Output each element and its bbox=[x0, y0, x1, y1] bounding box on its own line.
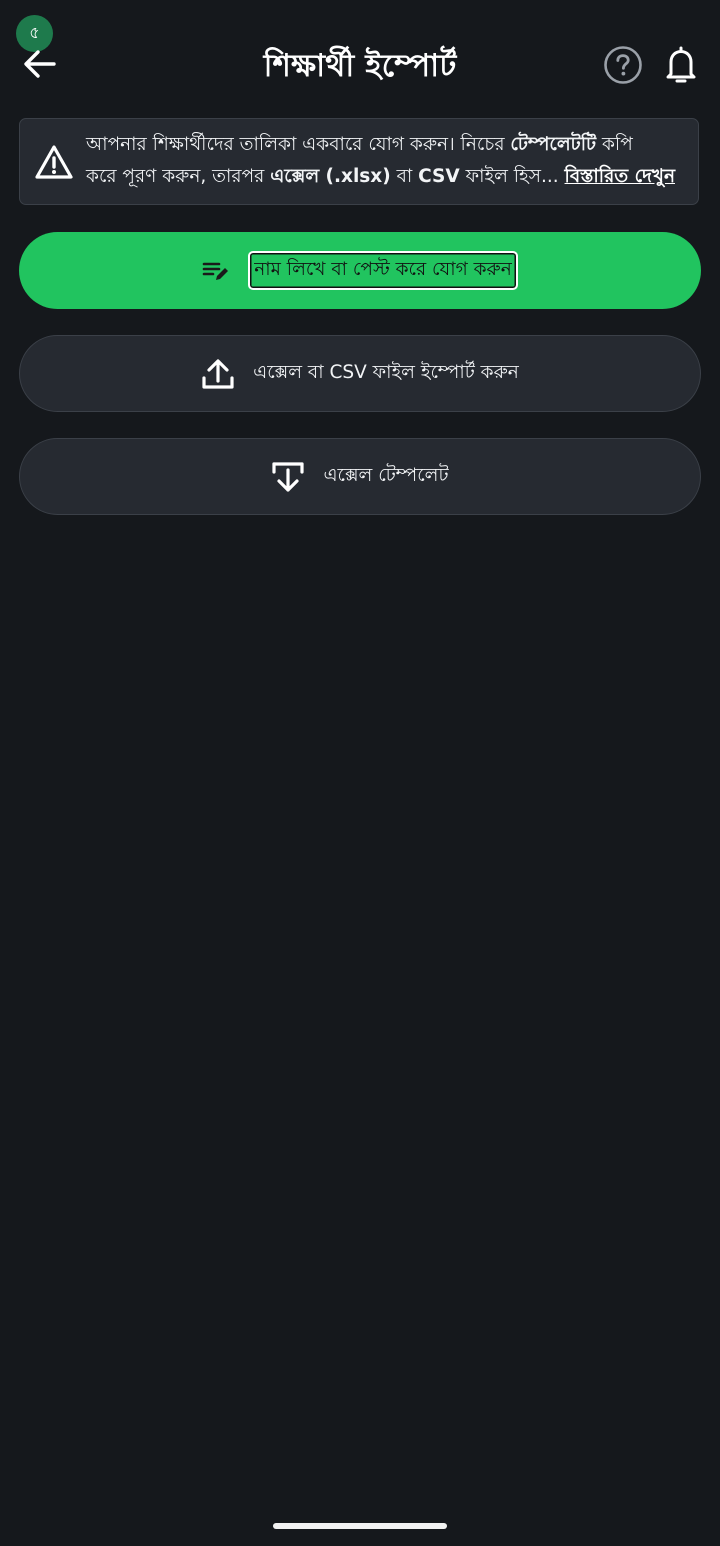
info-line-1: আপনার শিক্ষার্থীদের তালিকা একবারে যোগ কর… bbox=[86, 129, 684, 161]
status-badge-glyph: ৫ bbox=[29, 23, 40, 42]
info-text-bold: CSV bbox=[418, 166, 460, 187]
info-text-segment: কপি bbox=[596, 134, 633, 155]
notifications-button[interactable] bbox=[662, 44, 700, 86]
info-text-segment: বা bbox=[390, 166, 419, 187]
import-file-button[interactable]: এক্সেল বা CSV ফাইল ইম্পোর্ট করুন bbox=[19, 335, 701, 412]
question-circle-icon bbox=[604, 46, 642, 84]
info-banner: আপনার শিক্ষার্থীদের তালিকা একবারে যোগ কর… bbox=[19, 118, 699, 205]
import-file-label: এক্সেল বা CSV ফাইল ইম্পোর্ট করুন bbox=[253, 362, 519, 383]
download-icon bbox=[271, 460, 305, 494]
edit-list-icon bbox=[202, 260, 230, 282]
warning-triangle-icon bbox=[35, 145, 73, 179]
help-button[interactable] bbox=[603, 45, 643, 85]
download-template-button[interactable]: এক্সেল টেম্পলেট bbox=[19, 438, 701, 515]
info-text-segment: ফাইল হিস... bbox=[459, 166, 559, 187]
info-text-bold: টেম্পলেটটি bbox=[510, 134, 597, 155]
info-text-segment: আপনার শিক্ষার্থীদের তালিকা একবারে যোগ কর… bbox=[86, 134, 511, 155]
page-title: শিক্ষার্থী ইম্পোর্ট bbox=[263, 48, 457, 84]
info-line-2: করে পূরণ করুন, তারপর এক্সেল (.xlsx) বা C… bbox=[86, 161, 684, 193]
arrow-left-icon bbox=[24, 50, 56, 78]
add-by-paste-label: নাম লিখে বা পেস্ট করে যোগ করুন bbox=[248, 251, 518, 290]
bell-icon bbox=[666, 46, 696, 83]
upload-icon bbox=[201, 357, 235, 391]
details-link[interactable]: বিস্তারিত দেখুন bbox=[565, 166, 675, 187]
back-button[interactable] bbox=[20, 44, 60, 84]
info-text-bold: এক্সেল (.xlsx) bbox=[270, 166, 391, 187]
download-template-label: এক্সেল টেম্পলেট bbox=[323, 465, 449, 486]
info-banner-text: আপনার শিক্ষার্থীদের তালিকা একবারে যোগ কর… bbox=[86, 129, 684, 193]
add-by-paste-button[interactable]: নাম লিখে বা পেস্ট করে যোগ করুন bbox=[19, 232, 701, 309]
home-indicator[interactable] bbox=[273, 1523, 447, 1529]
info-text-segment: করে পূরণ করুন, তারপর bbox=[86, 166, 271, 187]
